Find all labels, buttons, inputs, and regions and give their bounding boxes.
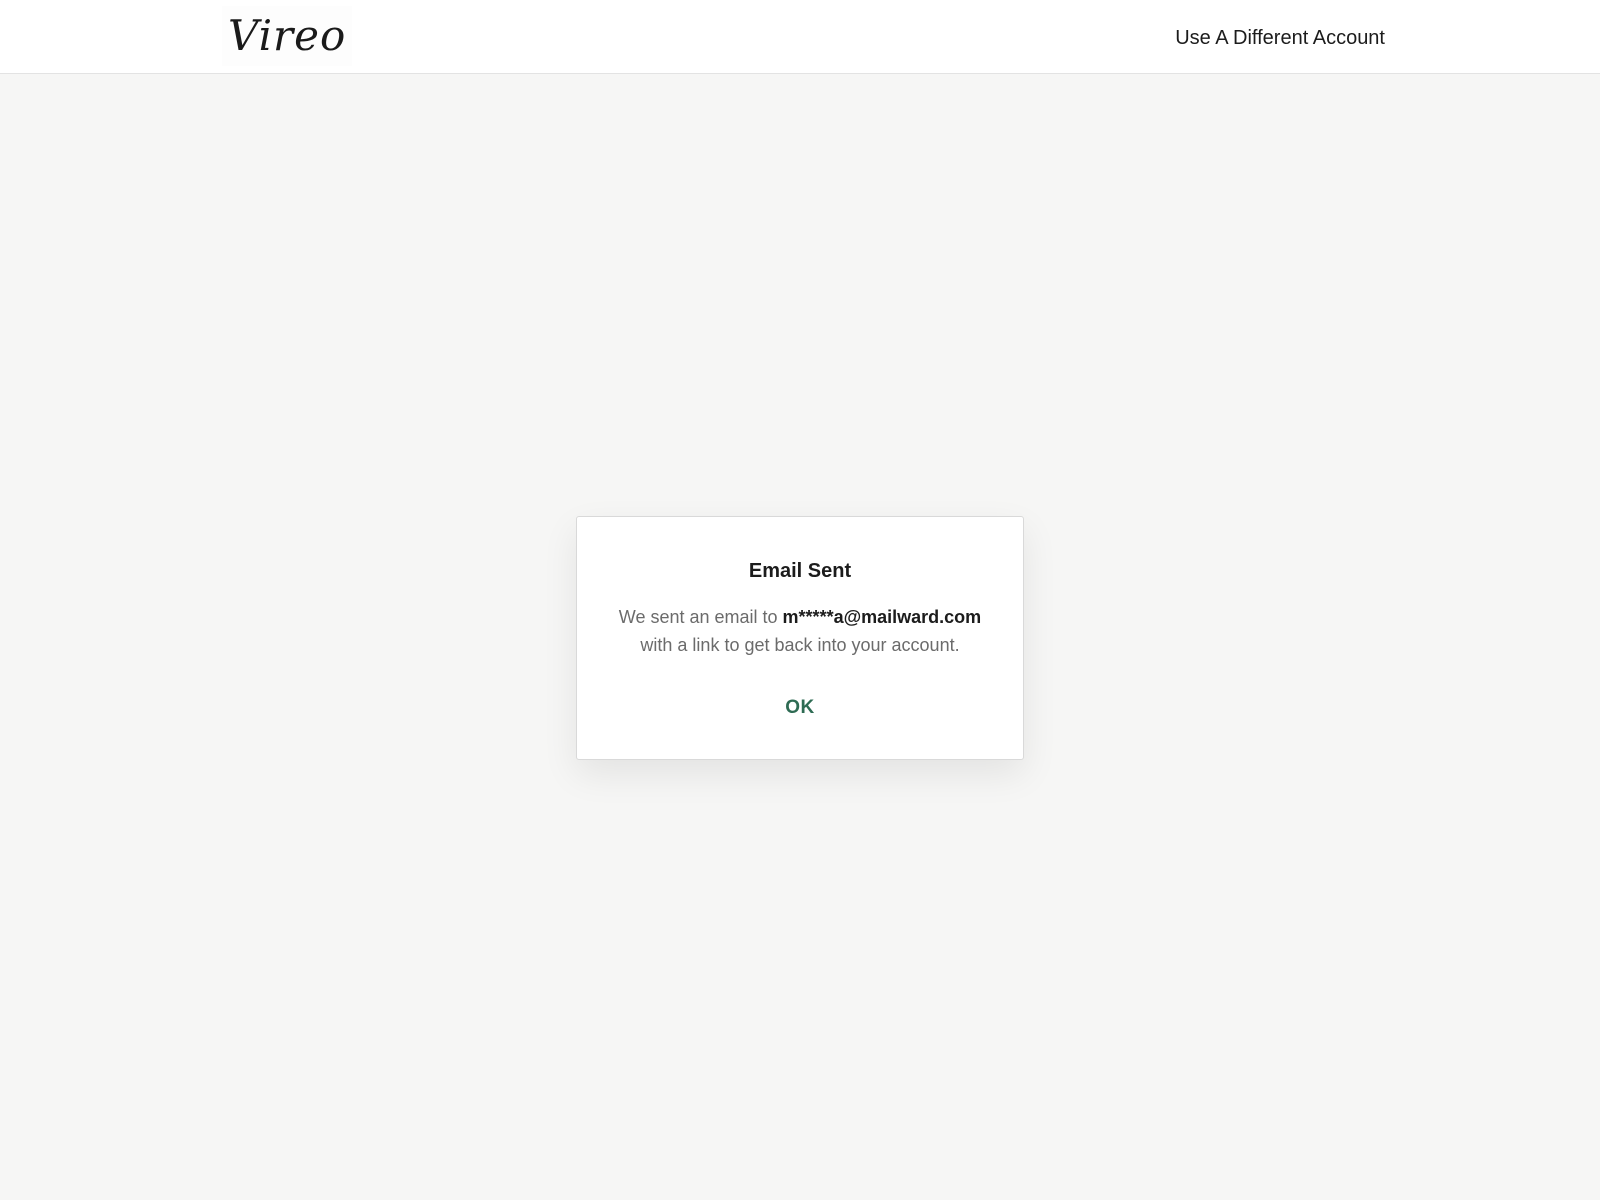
use-different-account-link[interactable]: Use A Different Account xyxy=(1175,24,1385,52)
masked-email: m*****a@mailward.com xyxy=(782,607,982,627)
message-suffix: with a link to get back into your accoun… xyxy=(640,635,960,655)
dialog-message: We sent an email to m*****a@mailward.com… xyxy=(601,603,999,659)
email-sent-dialog: Email Sent We sent an email to m*****a@m… xyxy=(576,516,1024,760)
top-bar: Vireo Use A Different Account xyxy=(0,0,1600,74)
dialog-title: Email Sent xyxy=(748,560,852,582)
message-prefix: We sent an email to xyxy=(618,607,783,627)
vireo-logo[interactable]: Vireo xyxy=(222,6,353,66)
ok-button[interactable]: OK xyxy=(773,693,827,723)
